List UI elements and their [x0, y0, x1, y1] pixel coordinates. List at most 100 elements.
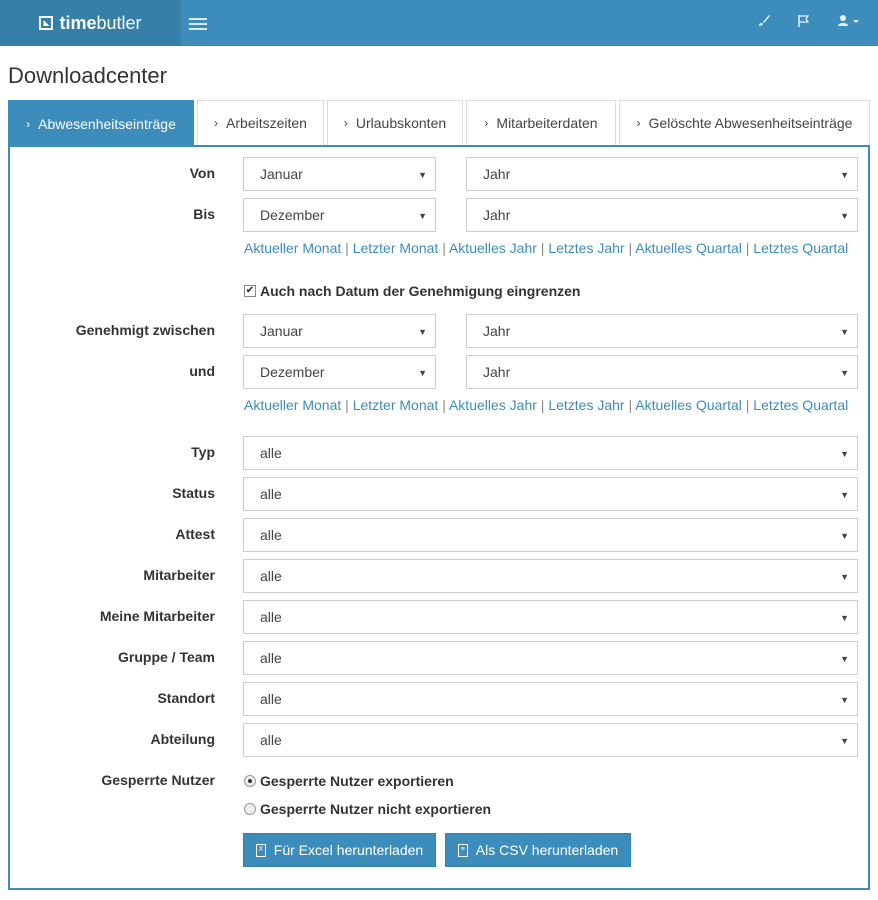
standort-label: Standort — [157, 690, 215, 706]
caret-down-icon: ▼ — [840, 211, 849, 221]
caret-down-icon: ▼ — [840, 695, 849, 705]
link-aktuelles-quartal[interactable]: Aktuelles Quartal — [635, 397, 742, 413]
separator: | — [442, 397, 446, 413]
excel-file-icon: X — [255, 843, 266, 857]
link-letztes-jahr[interactable]: Letztes Jahr — [548, 397, 624, 413]
exclude-blocked-users-option[interactable]: Gesperrte Nutzer nicht exportieren — [244, 801, 491, 817]
date-quick-links: Aktueller Monat | Letzter Monat | Aktuel… — [244, 240, 848, 256]
link-aktuelles-jahr[interactable]: Aktuelles Jahr — [449, 397, 537, 413]
tab-geloeschte-abwesenheitseintraege[interactable]: › Gelöschte Abwesenheitseinträge — [619, 100, 870, 145]
csv-download-button[interactable]: ≡ Als CSV herunterladen — [445, 833, 631, 867]
link-aktuelles-jahr[interactable]: Aktuelles Jahr — [449, 240, 537, 256]
tab-abwesenheitseintraege[interactable]: › Abwesenheitseinträge — [8, 100, 194, 146]
link-aktueller-monat[interactable]: Aktueller Monat — [244, 397, 341, 413]
excel-download-button[interactable]: X Für Excel herunterladen — [243, 833, 436, 867]
attest-select[interactable]: alle ▼ — [243, 518, 858, 552]
gruppe-team-select[interactable]: alle ▼ — [243, 641, 858, 675]
user-icon[interactable] — [837, 14, 861, 31]
brush-icon[interactable] — [757, 14, 771, 31]
genehmigt-zwischen-label: Genehmigt zwischen — [75, 322, 215, 338]
approval-date-checkbox-row[interactable]: ✔ Auch nach Datum der Genehmigung eingre… — [244, 283, 580, 299]
caret-down-icon: ▼ — [840, 654, 849, 664]
link-letztes-quartal[interactable]: Letztes Quartal — [753, 397, 848, 413]
mitarbeiter-select[interactable]: alle ▼ — [243, 559, 858, 593]
meine-mitarbeiter-label: Meine Mitarbeiter — [99, 608, 215, 624]
gesperrte-nutzer-label: Gesperrte Nutzer — [101, 772, 215, 788]
separator: | — [540, 240, 545, 256]
chevron-right-icon: › — [636, 116, 641, 130]
caret-down-icon: ▼ — [840, 170, 849, 180]
caret-down-icon: ▼ — [418, 211, 427, 221]
link-letzter-monat[interactable]: Letzter Monat — [353, 397, 439, 413]
meine-mitarbeiter-select[interactable]: alle ▼ — [243, 600, 858, 634]
caret-down-icon: ▼ — [418, 327, 427, 337]
link-aktueller-monat[interactable]: Aktueller Monat — [244, 240, 341, 256]
approval-date-quick-links: Aktueller Monat | Letzter Monat | Aktuel… — [244, 397, 848, 413]
von-year-select[interactable]: Jahr ▼ — [466, 157, 858, 191]
tab-label: Arbeitszeiten — [226, 115, 307, 131]
select-value: Dezember — [260, 207, 325, 223]
abteilung-select[interactable]: alle ▼ — [243, 723, 858, 757]
approved-to-month-select[interactable]: Dezember ▼ — [243, 355, 436, 389]
select-value: alle — [260, 568, 282, 584]
caret-down-icon: ▼ — [840, 736, 849, 746]
link-letztes-quartal[interactable]: Letztes Quartal — [753, 240, 848, 256]
tab-mitarbeiterdaten[interactable]: › Mitarbeiterdaten — [466, 100, 616, 145]
standort-select[interactable]: alle ▼ — [243, 682, 858, 716]
select-value: Jahr — [483, 166, 511, 182]
abteilung-label: Abteilung — [150, 731, 215, 747]
timebutler-logo-icon — [39, 16, 54, 30]
select-value: alle — [260, 732, 282, 748]
separator: | — [345, 240, 349, 256]
radio-label: Gesperrte Nutzer exportieren — [260, 773, 454, 789]
chevron-right-icon: › — [214, 116, 219, 130]
bis-month-select[interactable]: Dezember ▼ — [243, 198, 436, 232]
von-month-select[interactable]: Januar ▼ — [243, 157, 436, 191]
select-value: alle — [260, 609, 282, 625]
chevron-right-icon: › — [343, 116, 348, 130]
menu-toggle-icon[interactable] — [189, 15, 207, 31]
export-blocked-users-radio[interactable] — [244, 775, 256, 787]
select-value: Januar — [260, 323, 303, 339]
tab-label: Urlaubskonten — [355, 115, 447, 131]
separator: | — [442, 240, 446, 256]
tab-arbeitszeiten[interactable]: › Arbeitszeiten — [197, 100, 324, 145]
approved-to-year-select[interactable]: Jahr ▼ — [466, 355, 858, 389]
bis-year-select[interactable]: Jahr ▼ — [466, 198, 858, 232]
chevron-right-icon: › — [484, 116, 489, 130]
status-select[interactable]: alle ▼ — [243, 477, 858, 511]
exclude-blocked-users-radio[interactable] — [244, 803, 256, 815]
von-label: Von — [189, 165, 215, 181]
link-aktuelles-quartal[interactable]: Aktuelles Quartal — [635, 240, 742, 256]
select-value: Jahr — [483, 207, 511, 223]
caret-down-icon: ▼ — [840, 613, 849, 623]
chevron-right-icon: › — [26, 116, 31, 131]
select-value: alle — [260, 650, 282, 666]
mitarbeiter-label: Mitarbeiter — [143, 567, 215, 583]
brand-logo-area[interactable]: time butler — [0, 0, 181, 46]
page-title: Downloadcenter — [8, 63, 167, 88]
tab-label: Abwesenheitseinträge — [38, 115, 176, 132]
caret-down-icon: ▼ — [840, 449, 849, 459]
separator: | — [628, 240, 633, 256]
typ-label: Typ — [191, 444, 215, 460]
link-letztes-jahr[interactable]: Letztes Jahr — [548, 240, 624, 256]
button-label: Als CSV herunterladen — [475, 842, 619, 858]
tab-label: Mitarbeiterdaten — [496, 115, 598, 131]
und-label: und — [189, 363, 215, 379]
caret-down-icon: ▼ — [418, 170, 427, 180]
approved-from-month-select[interactable]: Januar ▼ — [243, 314, 436, 348]
tab-label: Gelöschte Abwesenheitseinträge — [648, 115, 853, 131]
brand-name-regular: butler — [96, 12, 142, 33]
approved-from-year-select[interactable]: Jahr ▼ — [466, 314, 858, 348]
approval-date-checkbox[interactable]: ✔ — [244, 285, 256, 297]
flag-icon[interactable] — [797, 14, 811, 31]
select-value: Januar — [260, 166, 303, 182]
separator: | — [540, 397, 545, 413]
text-file-icon: ≡ — [457, 843, 468, 857]
typ-select[interactable]: alle ▼ — [243, 436, 858, 470]
tab-urlaubskonten[interactable]: › Urlaubskonten — [327, 100, 463, 145]
export-blocked-users-option[interactable]: Gesperrte Nutzer exportieren — [244, 773, 454, 789]
caret-down-icon: ▼ — [418, 368, 427, 378]
link-letzter-monat[interactable]: Letzter Monat — [353, 240, 439, 256]
